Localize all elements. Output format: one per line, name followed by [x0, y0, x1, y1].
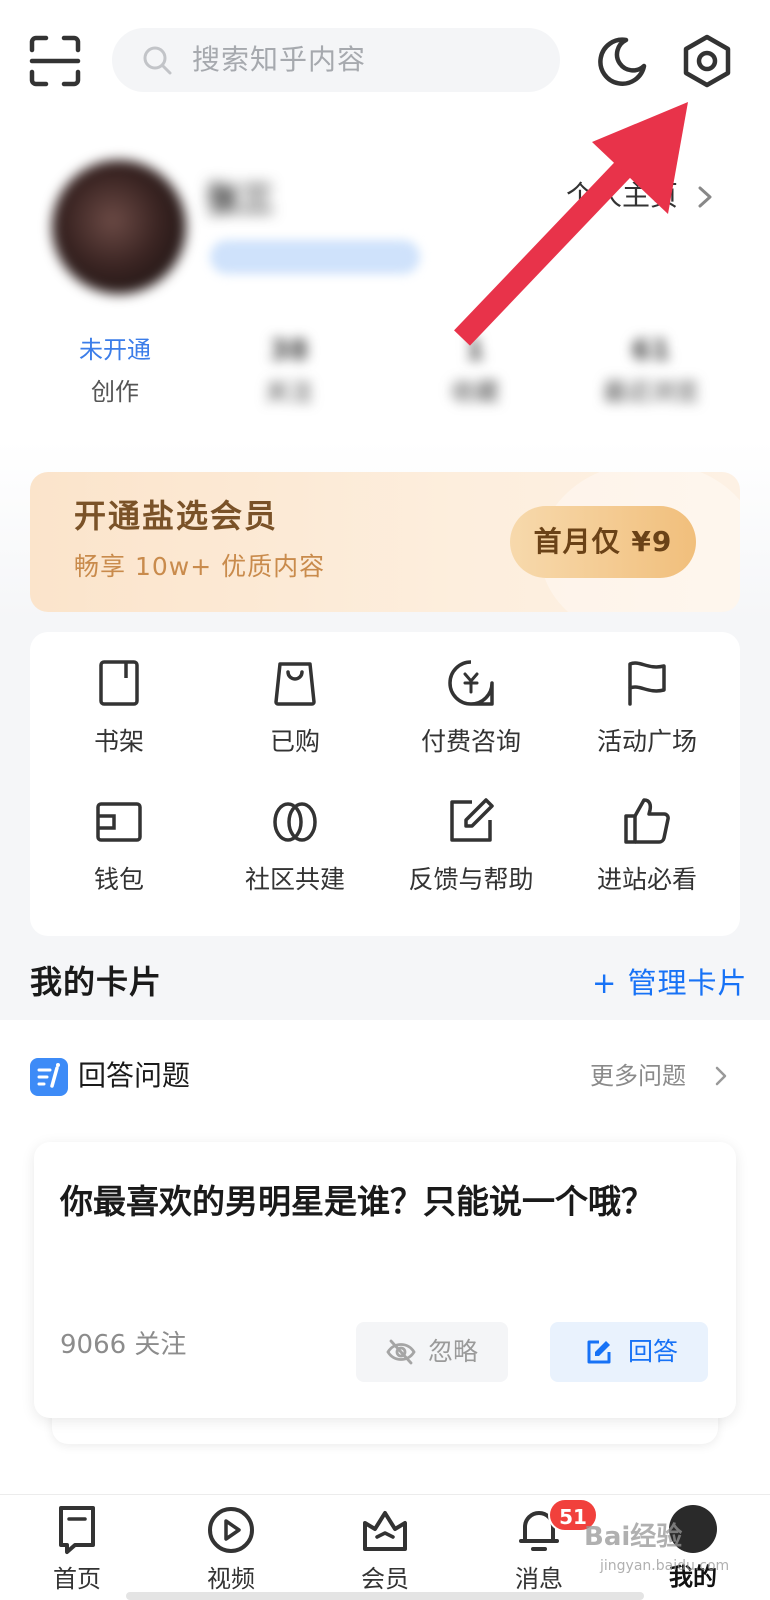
- crown-icon: [363, 1511, 407, 1551]
- annotation-arrow: [454, 102, 688, 346]
- user-badge: [210, 240, 420, 274]
- grid-label: 反馈与帮助: [408, 865, 534, 894]
- ignore-button[interactable]: 忽略: [356, 1322, 508, 1382]
- grid-item-community[interactable]: 社区共建: [206, 796, 384, 926]
- ignore-label: 忽略: [428, 1337, 479, 1366]
- nav-video[interactable]: 视频: [176, 1505, 286, 1600]
- stat-label: 关注: [265, 378, 313, 406]
- bookshelf-icon: [99, 660, 139, 706]
- gear-icon[interactable]: [680, 34, 734, 88]
- grid-label: 社区共建: [244, 865, 345, 894]
- more-questions-link[interactable]: 更多问题: [590, 1058, 686, 1094]
- grid-item-activity[interactable]: 活动广场: [558, 658, 736, 788]
- search-input[interactable]: 搜索知乎内容: [112, 28, 560, 92]
- grid-label: 活动广场: [596, 727, 697, 756]
- grid-label: 钱包: [93, 865, 144, 894]
- grid-item-purchased[interactable]: 已购: [206, 658, 384, 788]
- grid-item-paid-consult[interactable]: 付费咨询: [382, 658, 560, 788]
- answer-question-title: 回答问题: [78, 1059, 191, 1092]
- stat-creation[interactable]: 未开通 创作: [40, 330, 190, 410]
- search-icon: [143, 46, 172, 75]
- paid-consult-icon: [448, 660, 494, 706]
- nav-label: 首页: [53, 1565, 101, 1593]
- grid-label: 付费咨询: [420, 727, 521, 756]
- follow-count: 9066 关注: [60, 1330, 187, 1360]
- search-placeholder: 搜索知乎内容: [192, 43, 367, 76]
- video-icon: [208, 1507, 254, 1553]
- vip-subscribe-button[interactable]: 首月仅 ¥9: [510, 506, 696, 578]
- grid-label: 书架: [93, 727, 144, 756]
- function-grid: 书架 已购 付费咨询 活动广场 钱包 社区共建 反馈与帮助 进站必看: [30, 632, 740, 936]
- grid-item-bookshelf[interactable]: 书架: [30, 658, 208, 788]
- nav-label: 会员: [361, 1565, 409, 1593]
- community-icon: [273, 802, 317, 842]
- answer-question-glyph: [37, 1063, 60, 1088]
- watermark-sub: jingyan.baidu.com: [600, 1558, 730, 1574]
- grid-item-feedback[interactable]: 反馈与帮助: [382, 796, 560, 926]
- answer-question-icon: [30, 1058, 68, 1096]
- stat-label: 创作: [91, 378, 139, 406]
- grid-label: 进站必看: [596, 865, 697, 894]
- chevron-right-icon: [715, 1066, 727, 1086]
- avatar[interactable]: [52, 160, 186, 294]
- feedback-icon: [450, 798, 494, 842]
- user-name[interactable]: 张三: [206, 172, 274, 221]
- home-indicator: [126, 1592, 644, 1600]
- grid-item-must-read[interactable]: 进站必看: [558, 796, 736, 926]
- nav-home[interactable]: 首页: [22, 1505, 132, 1600]
- stat-value: 未开通: [79, 336, 151, 364]
- moon-icon[interactable]: [596, 34, 650, 88]
- home-icon: [59, 1506, 95, 1554]
- thumbs-up-icon: [624, 798, 670, 844]
- nav-membership[interactable]: 会员: [330, 1505, 440, 1600]
- answer-button[interactable]: 回答: [550, 1322, 708, 1382]
- wallet-icon: [96, 802, 142, 842]
- grid-label: 已购: [269, 727, 320, 756]
- flag-icon: [628, 661, 666, 706]
- eye-off-icon: [386, 1339, 416, 1365]
- vip-title: 开通盐选会员: [74, 497, 279, 535]
- manage-cards-link[interactable]: + 管理卡片: [592, 962, 748, 1004]
- answer-label: 回答: [628, 1337, 679, 1366]
- vip-subtitle: 畅享 10w+ 优质内容: [74, 552, 326, 581]
- stat-label: 最近浏览: [603, 378, 699, 406]
- my-cards-title: 我的卡片: [30, 963, 163, 1001]
- nav-label: 视频: [207, 1565, 255, 1593]
- stat-following[interactable]: 38 关注: [214, 330, 364, 410]
- question-text[interactable]: 你最喜欢的男明星是谁？只能说一个哦？: [60, 1176, 680, 1228]
- grid-item-wallet[interactable]: 钱包: [30, 796, 208, 926]
- stat-value: 38: [269, 333, 309, 366]
- bag-icon: [274, 662, 316, 706]
- question-card[interactable]: 你最喜欢的男明星是谁？只能说一个哦？ 9066 关注 忽略 回答: [34, 1142, 736, 1418]
- stat-label: 收藏: [451, 378, 499, 406]
- vip-banner[interactable]: 开通盐选会员 畅享 10w+ 优质内容 首月仅 ¥9: [30, 472, 740, 612]
- nav-label: 消息: [515, 1565, 563, 1593]
- watermark: Bai经验: [584, 1522, 683, 1552]
- scan-icon[interactable]: [28, 34, 82, 88]
- edit-icon: [587, 1340, 611, 1364]
